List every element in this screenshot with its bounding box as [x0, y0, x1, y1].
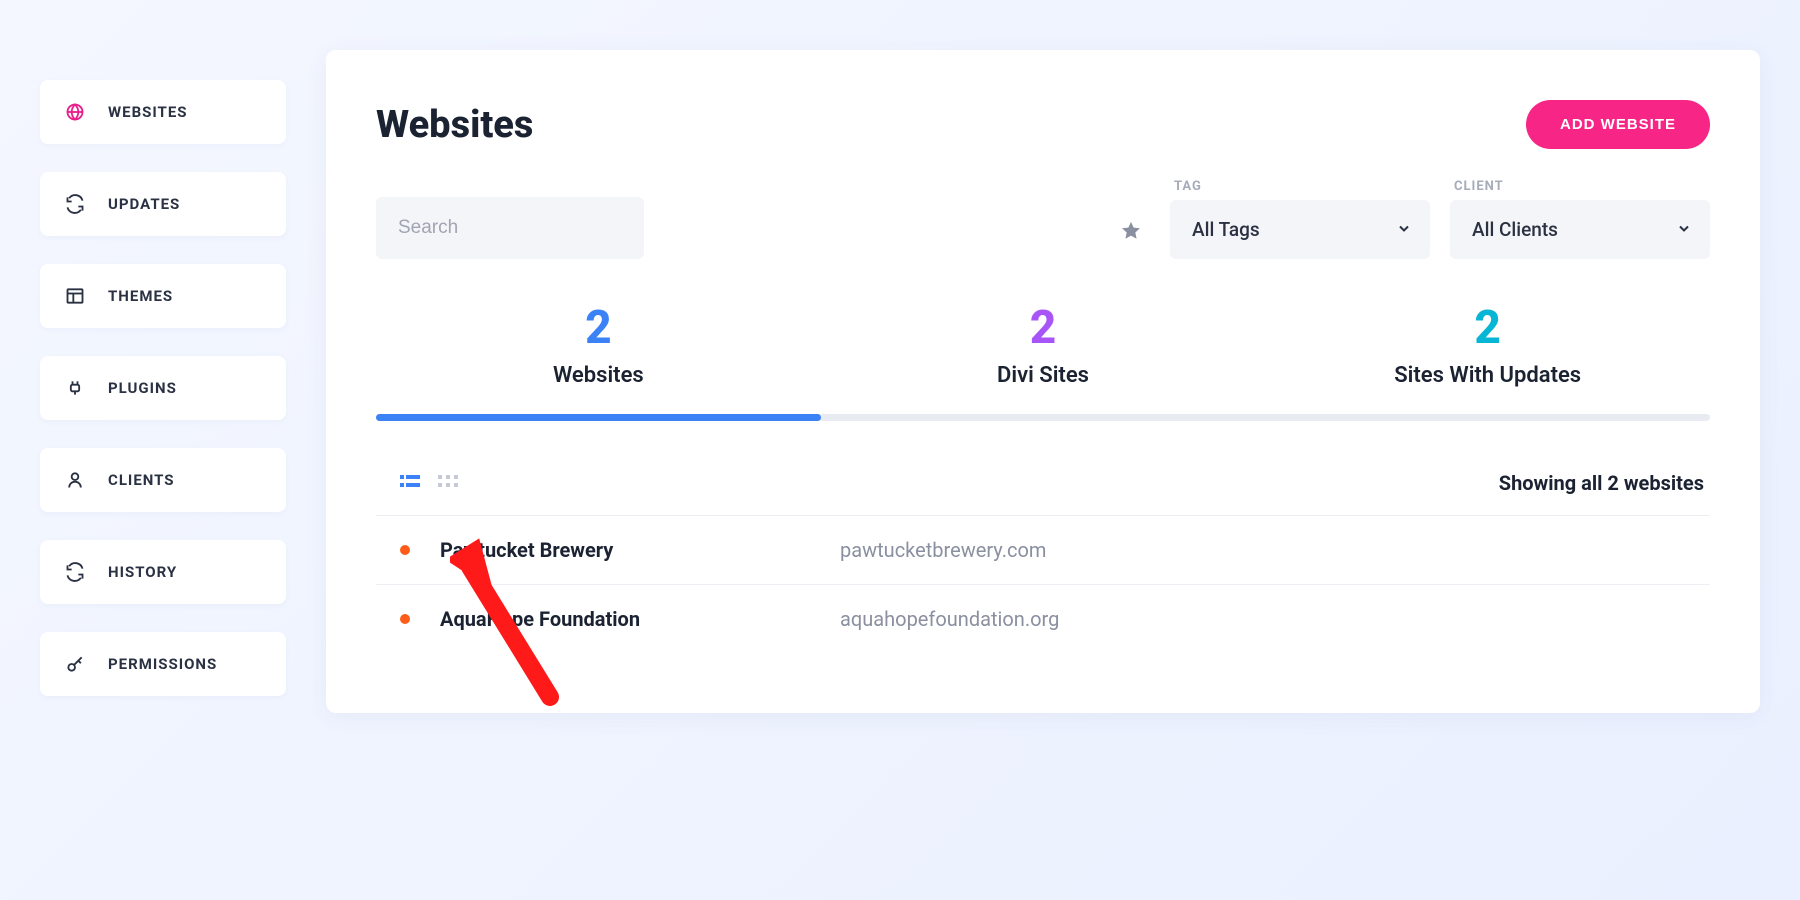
sidebar-item-label: CLIENTS — [108, 471, 175, 489]
sidebar-item-plugins[interactable]: PLUGINS — [40, 356, 286, 420]
sidebar-item-label: UPDATES — [108, 195, 180, 213]
list-icon — [400, 477, 420, 492]
tab-sites-with-updates[interactable]: 2 Sites With Updates — [1265, 305, 1710, 414]
tag-filter-label: TAG — [1170, 179, 1430, 194]
stat-value: 2 — [1265, 305, 1710, 351]
grid-view-button[interactable] — [436, 473, 460, 494]
client-filter-select[interactable]: All Clients — [1450, 200, 1710, 259]
status-dot-icon — [400, 545, 410, 555]
tag-filter-select[interactable]: All Tags — [1170, 200, 1430, 259]
chevron-down-icon — [1396, 218, 1412, 241]
tag-filter-value: All Tags — [1192, 218, 1260, 241]
site-url: pawtucketbrewery.com — [840, 538, 1046, 562]
sidebar-item-label: HISTORY — [108, 563, 177, 581]
stat-label: Websites — [376, 363, 821, 388]
table-row[interactable]: Pawtucket Brewery pawtucketbrewery.com — [376, 515, 1710, 584]
sidebar-item-websites[interactable]: WEBSITES — [40, 80, 286, 144]
stat-value: 2 — [376, 305, 821, 351]
search-input[interactable] — [376, 197, 644, 259]
sidebar-item-label: PLUGINS — [108, 379, 177, 397]
client-filter-value: All Clients — [1472, 218, 1558, 241]
sync-icon — [64, 194, 86, 214]
favorite-filter-button[interactable] — [1112, 212, 1150, 253]
stat-value: 2 — [821, 305, 1266, 351]
add-website-button[interactable]: ADD WEBSITE — [1526, 100, 1710, 149]
globe-icon — [64, 102, 86, 122]
showing-count: Showing all 2 websites — [1499, 471, 1704, 495]
site-name: Pawtucket Brewery — [440, 538, 840, 562]
person-icon — [64, 470, 86, 490]
layout-icon — [64, 286, 86, 306]
sidebar-item-label: PERMISSIONS — [108, 655, 217, 673]
grid-icon — [438, 477, 458, 492]
sidebar-item-clients[interactable]: CLIENTS — [40, 448, 286, 512]
status-dot-icon — [400, 614, 410, 624]
site-name: AquaHope Foundation — [440, 607, 840, 631]
page-title: Websites — [376, 103, 533, 147]
sync-icon — [64, 562, 86, 582]
sidebar-item-label: WEBSITES — [108, 103, 188, 121]
list-view-button[interactable] — [398, 473, 422, 494]
client-filter-label: CLIENT — [1450, 179, 1710, 194]
sidebar: WEBSITES UPDATES THEMES PLUGINS CLIENTS — [40, 50, 286, 713]
site-url: aquahopefoundation.org — [840, 607, 1059, 631]
table-row[interactable]: AquaHope Foundation aquahopefoundation.o… — [376, 584, 1710, 653]
sidebar-item-updates[interactable]: UPDATES — [40, 172, 286, 236]
plug-icon — [64, 378, 86, 398]
tab-divi-sites[interactable]: 2 Divi Sites — [821, 305, 1266, 414]
sidebar-item-history[interactable]: HISTORY — [40, 540, 286, 604]
sidebar-item-themes[interactable]: THEMES — [40, 264, 286, 328]
main-panel: Websites ADD WEBSITE TAG All Tags — [326, 50, 1760, 713]
sidebar-item-permissions[interactable]: PERMISSIONS — [40, 632, 286, 696]
tab-websites[interactable]: 2 Websites — [376, 305, 821, 414]
stat-label: Sites With Updates — [1265, 363, 1710, 388]
key-icon — [64, 654, 86, 674]
chevron-down-icon — [1676, 218, 1692, 241]
star-icon — [1120, 230, 1142, 245]
stat-label: Divi Sites — [821, 363, 1266, 388]
sidebar-item-label: THEMES — [108, 287, 173, 305]
tab-underline — [376, 414, 1710, 421]
